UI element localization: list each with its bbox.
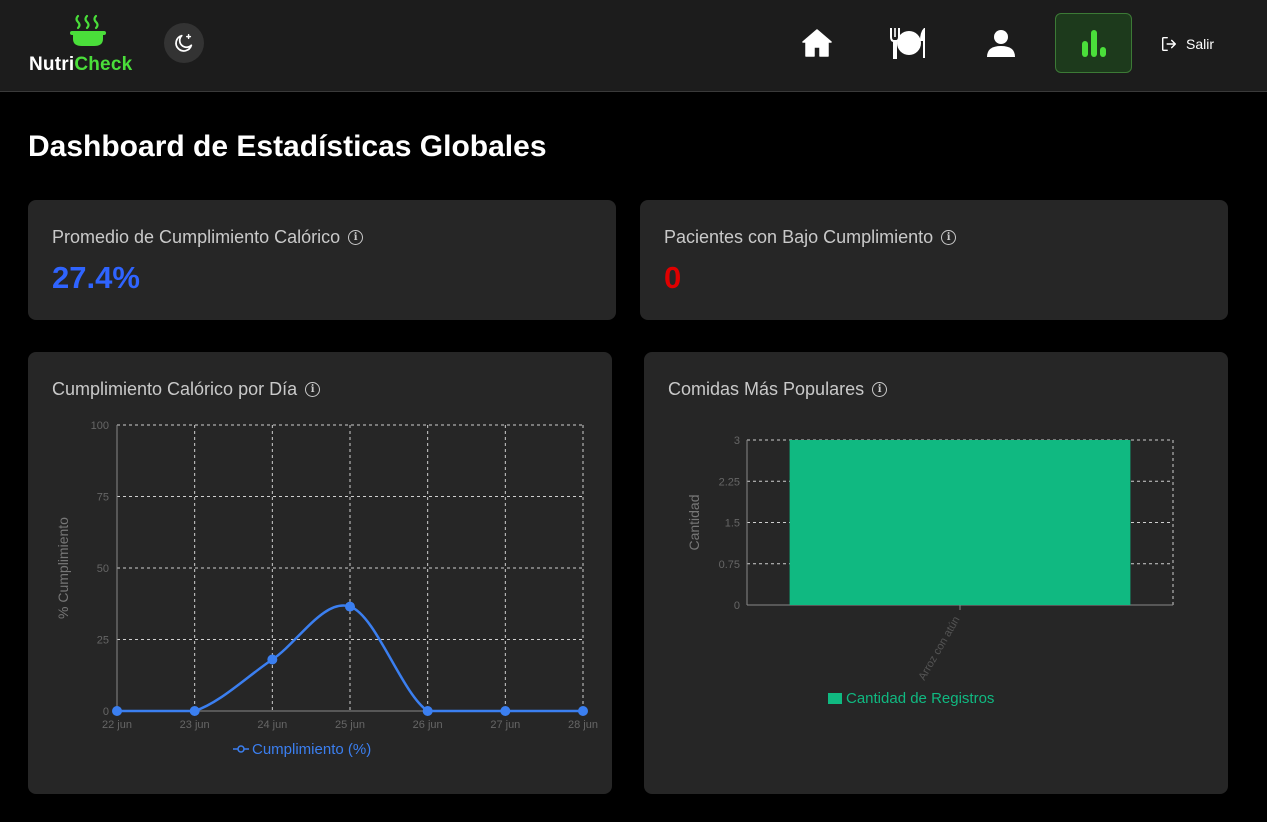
nav-meals-button[interactable] [870, 13, 947, 73]
logout-label: Salir [1186, 36, 1215, 52]
x-tick-label: 23 jun [180, 719, 210, 731]
nav-profile-button[interactable] [962, 13, 1039, 73]
nav-home-button[interactable] [778, 13, 855, 73]
avg-compliance-label-row: Promedio de Cumplimiento Calórico i [52, 227, 364, 248]
legend-marker [237, 745, 245, 753]
theme-toggle-button[interactable] [164, 23, 204, 63]
user-icon [986, 30, 1015, 57]
data-point [578, 706, 588, 716]
x-tick-label: 26 jun [413, 719, 443, 731]
low-compliance-card: Pacientes con Bajo Cumplimiento i 0 [640, 200, 1228, 320]
y-tick-label: 0 [734, 600, 740, 612]
info-icon[interactable]: i [348, 230, 364, 245]
popular-meals-chart-card: Comidas Más Populares i 0 0.75 1.5 2.25 3 Can… [644, 352, 1228, 794]
y-tick-label: 2.25 [719, 476, 740, 488]
top-navbar: NutriCheck Salir [0, 0, 1267, 92]
y-tick-label: 0.75 [719, 559, 740, 571]
low-compliance-label-row: Pacientes con Bajo Cumplimiento i [664, 227, 957, 248]
legend-label: Cantidad de Registros [846, 690, 994, 707]
brand-name: NutriCheck [29, 54, 133, 75]
daily-compliance-chart-card: Cumplimiento Calórico por Día i 0 25 50 75 1… [28, 352, 612, 794]
low-compliance-value: 0 [664, 260, 682, 295]
logout-button[interactable]: Salir [1160, 33, 1214, 55]
avg-compliance-value: 27.4% [52, 260, 140, 295]
x-tick-label: 22 jun [102, 719, 132, 731]
home-icon [801, 29, 832, 57]
legend-swatch [828, 693, 842, 704]
data-point [112, 706, 122, 716]
plate-cutlery-icon [889, 28, 925, 59]
line-chart: 0 25 50 75 100 22 jun 23 jun 24 jun 25 jun 26 jun… [55, 420, 598, 758]
y-tick-label: 3 [734, 435, 740, 447]
logout-icon [1161, 36, 1177, 52]
x-tick-label: 28 jun [568, 719, 598, 731]
x-tick-label: 24 jun [257, 719, 287, 731]
data-point [267, 654, 278, 665]
y-tick-label: 1.5 [725, 518, 740, 530]
bar [789, 440, 1131, 605]
avg-compliance-card: Promedio de Cumplimiento Calórico i 27.4… [28, 200, 616, 320]
y-axis-label: Cantidad [686, 494, 702, 550]
low-compliance-label: Pacientes con Bajo Cumplimiento [664, 227, 934, 247]
y-axis-label: % Cumplimiento [55, 517, 71, 619]
x-tick-label: 27 jun [490, 719, 520, 731]
y-tick-label: 75 [97, 492, 109, 504]
legend-label: Cumplimiento (%) [252, 741, 371, 758]
info-icon[interactable]: i [941, 230, 957, 245]
moon-icon [175, 34, 193, 52]
x-tick-label: Arroz con atún [916, 615, 962, 683]
y-tick-label: 100 [91, 420, 109, 432]
avg-compliance-label: Promedio de Cumplimiento Calórico [52, 227, 341, 247]
data-point [422, 706, 433, 716]
x-tick-label: 25 jun [335, 719, 365, 731]
data-point [500, 706, 511, 716]
steaming-pot-icon [70, 14, 106, 46]
page-title: Dashboard de Estadísticas Globales [28, 130, 547, 163]
line-chart-grid [116, 424, 584, 712]
y-tick-label: 50 [97, 563, 109, 575]
data-point [345, 601, 355, 612]
data-point [189, 706, 200, 716]
bar-chart: 0 0.75 1.5 2.25 3 Cantidad Arroz con atún Canti… [686, 435, 1174, 707]
brand-logo[interactable]: NutriCheck [29, 14, 149, 78]
bar-chart-icon [1081, 30, 1106, 57]
nav-stats-button[interactable] [1055, 13, 1132, 73]
y-tick-label: 0 [103, 706, 109, 718]
y-tick-label: 25 [97, 635, 109, 647]
